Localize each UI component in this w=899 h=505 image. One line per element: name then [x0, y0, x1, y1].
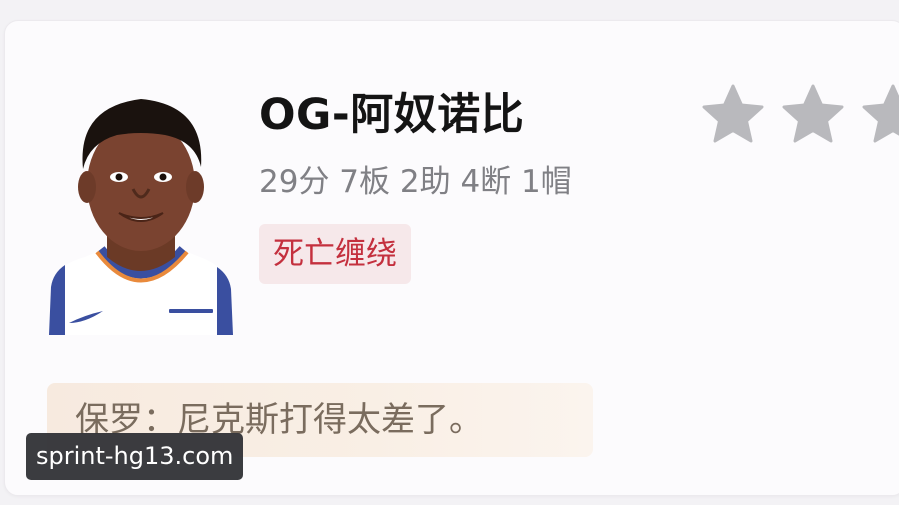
- player-tag-badge: 死亡缠绕: [259, 224, 411, 284]
- player-name: OG-阿奴诺比: [259, 90, 525, 140]
- player-stats: 29分 7板 2助 4断 1帽: [259, 164, 572, 200]
- star-icon[interactable]: [861, 83, 899, 147]
- star-icon[interactable]: [701, 83, 765, 147]
- star-icon[interactable]: [781, 83, 845, 147]
- player-avatar: [45, 77, 235, 335]
- rating-stars[interactable]: [701, 83, 899, 147]
- watermark-label: sprint-hg13.com: [26, 433, 244, 480]
- player-card: OG-阿奴诺比 29分 7板 2助 4断 1帽 死亡缠绕 保罗：尼克斯打得太差了…: [4, 20, 899, 496]
